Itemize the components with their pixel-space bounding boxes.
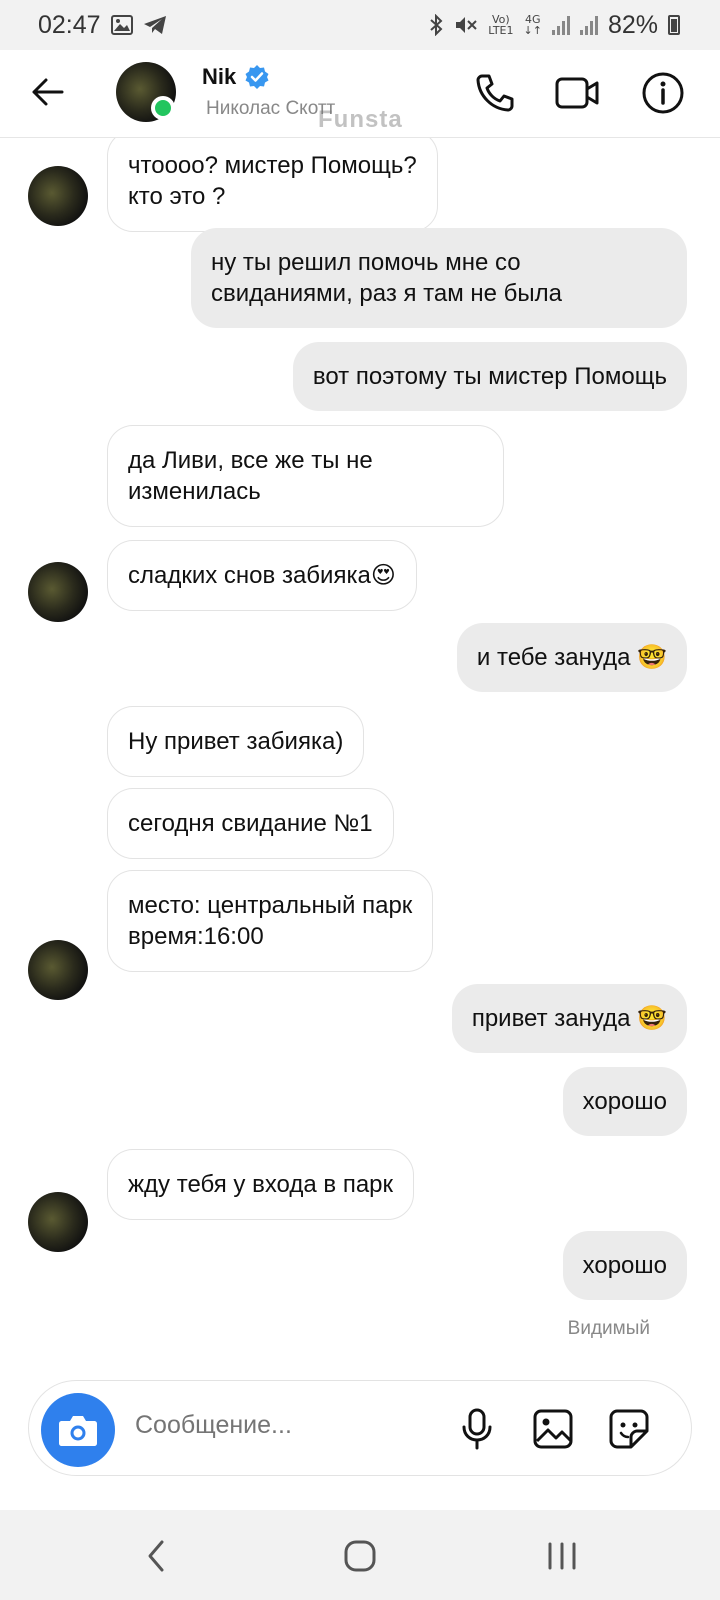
phone-icon[interactable] xyxy=(472,70,518,116)
contact-name: Nik xyxy=(202,64,237,89)
online-status-dot xyxy=(151,96,175,120)
message-incoming[interactable]: сладких снов забияка😍 xyxy=(107,540,417,611)
message-incoming[interactable]: Ну привет забияка) xyxy=(107,706,365,777)
home-nav-icon[interactable] xyxy=(338,1534,382,1578)
watermark: Funsta xyxy=(318,106,403,133)
status-bar: 02:47 Vo) LTE1 4G ↓↑ 82% xyxy=(0,0,720,50)
battery-icon xyxy=(668,15,680,35)
message-thread[interactable]: чтоооо? мистер Помощь? кто это ? ну ты р… xyxy=(0,138,720,1360)
bluetooth-icon xyxy=(430,14,443,36)
message-outgoing[interactable]: и тебе зануда 🤓 xyxy=(456,623,687,692)
mute-icon xyxy=(456,17,477,33)
recent-apps-icon[interactable] xyxy=(540,1534,584,1578)
sender-avatar[interactable] xyxy=(28,562,88,622)
back-arrow-icon[interactable] xyxy=(28,72,68,112)
microphone-icon[interactable] xyxy=(455,1407,499,1451)
heart-eyes-emoji: 😍 xyxy=(370,561,396,589)
sender-avatar[interactable] xyxy=(28,1192,88,1252)
contact-subtitle: Николас Скотт xyxy=(206,98,336,119)
nerd-face-emoji: 🤓 xyxy=(637,1004,667,1032)
sender-avatar[interactable] xyxy=(28,940,88,1000)
volte-indicator: Vo) LTE1 xyxy=(488,13,514,37)
status-time: 02:47 xyxy=(38,10,101,39)
nerd-face-emoji: 🤓 xyxy=(637,643,667,671)
message-outgoing[interactable]: хорошо xyxy=(562,1231,687,1300)
signal-sim2-icon xyxy=(579,15,598,35)
message-outgoing[interactable]: хорошо xyxy=(562,1067,687,1136)
message-outgoing[interactable]: вот поэтому ты мистер Помощь xyxy=(292,342,687,411)
telegram-notification-icon xyxy=(143,16,166,34)
gallery-notification-icon xyxy=(110,15,133,35)
verified-badge-icon xyxy=(245,65,269,89)
camera-button[interactable] xyxy=(41,1393,115,1467)
message-outgoing[interactable]: ну ты решил помочь мне со свиданиями, ра… xyxy=(191,228,687,328)
network-type-indicator: 4G ↓↑ xyxy=(523,13,542,37)
video-camera-icon[interactable] xyxy=(554,70,600,116)
back-nav-icon[interactable] xyxy=(136,1534,180,1578)
message-input[interactable] xyxy=(135,1411,435,1440)
message-incoming[interactable]: да Ливи, все же ты не изменилась xyxy=(107,425,504,527)
chat-header: Nik Николас Скотт Funsta xyxy=(0,50,720,138)
sender-avatar[interactable] xyxy=(28,166,88,226)
sticker-icon[interactable] xyxy=(607,1407,651,1451)
message-incoming[interactable]: место: центральный парк время:16:00 xyxy=(107,870,434,972)
battery-percent: 82% xyxy=(607,10,658,39)
message-incoming[interactable]: сегодня свидание №1 xyxy=(107,788,394,859)
message-incoming[interactable]: жду тебя у входа в парк xyxy=(107,1149,415,1220)
gallery-icon[interactable] xyxy=(531,1407,575,1451)
message-incoming[interactable]: чтоооо? мистер Помощь? кто это ? xyxy=(107,138,438,232)
contact-name-row[interactable]: Nik xyxy=(202,64,270,90)
message-composer xyxy=(28,1380,692,1476)
message-outgoing[interactable]: привет зануда 🤓 xyxy=(451,984,687,1053)
seen-status: Видимый xyxy=(567,1318,650,1339)
system-nav-bar xyxy=(0,1510,720,1600)
camera-icon xyxy=(59,1416,97,1446)
signal-sim1-icon xyxy=(551,15,570,35)
info-icon[interactable] xyxy=(640,70,686,116)
